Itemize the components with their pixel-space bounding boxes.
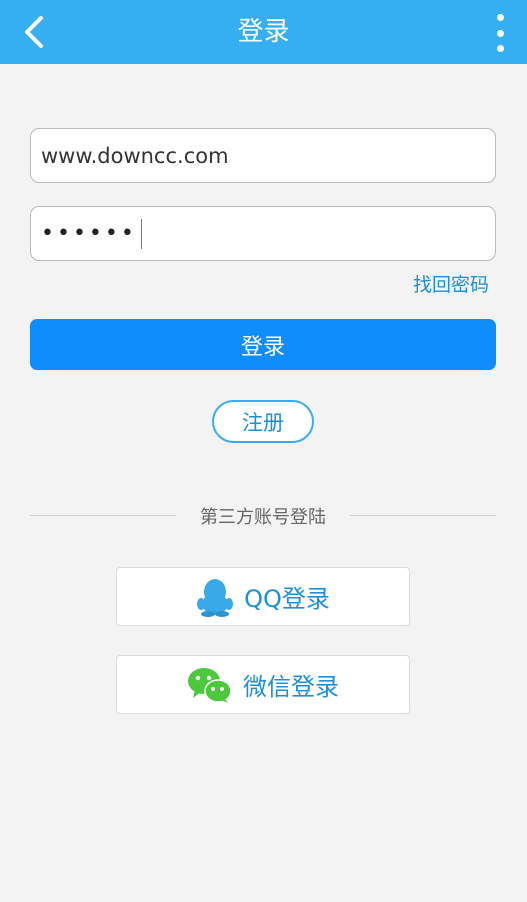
username-input[interactable] — [41, 143, 485, 168]
qq-login-label: QQ登录 — [244, 585, 330, 613]
more-menu-button[interactable] — [491, 14, 509, 52]
register-button[interactable]: 注册 — [212, 400, 314, 443]
password-field[interactable]: •••••• — [30, 206, 496, 261]
wechat-icon — [188, 667, 232, 703]
more-vertical-icon — [496, 14, 504, 21]
forgot-password-link[interactable]: 找回密码 — [413, 270, 489, 297]
third-party-divider-label: 第三方账号登陆 — [200, 507, 326, 528]
qq-login-button[interactable]: QQ登录 — [116, 567, 410, 626]
username-field[interactable] — [30, 128, 496, 183]
password-input[interactable]: •••••• — [41, 221, 137, 246]
qq-penguin-icon — [197, 578, 234, 617]
divider-right — [350, 515, 496, 516]
top-app-bar: 登录 — [0, 0, 527, 64]
divider-left — [30, 515, 176, 516]
page-title: 登录 — [237, 17, 290, 47]
wechat-login-label: 微信登录 — [243, 673, 339, 701]
login-button[interactable]: 登录 — [30, 319, 496, 370]
text-cursor — [140, 218, 142, 249]
wechat-login-button[interactable]: 微信登录 — [116, 655, 410, 714]
